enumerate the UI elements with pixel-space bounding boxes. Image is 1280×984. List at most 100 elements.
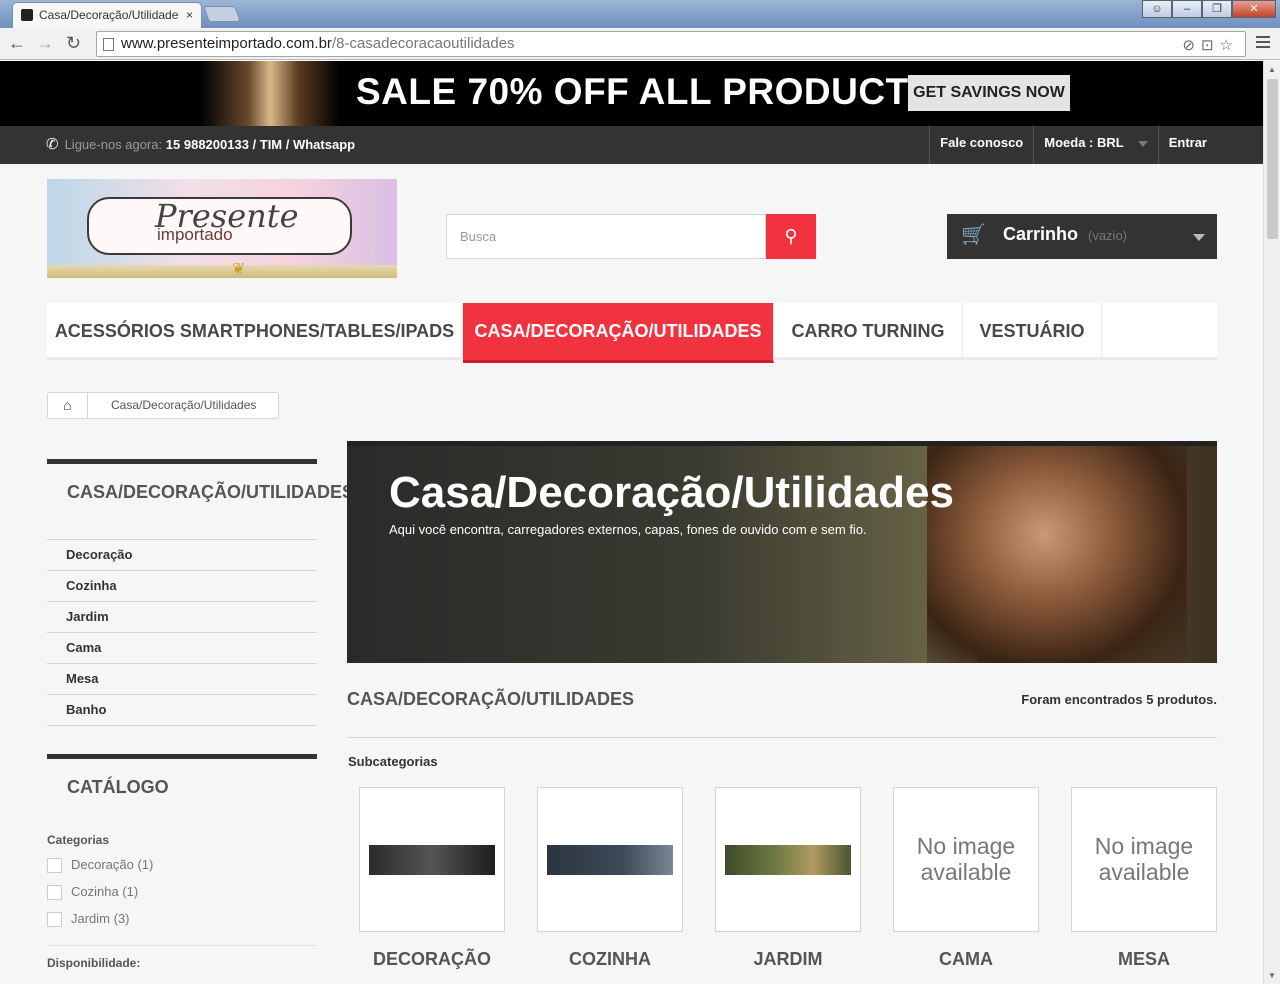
browser-titlebar: Casa/Decoração/Utilidade × ☺ – ❐ ✕ xyxy=(0,0,1280,28)
menu-item-acessorios[interactable]: ACESSÓRIOS SMARTPHONES/TABLES/IPADS xyxy=(47,303,463,360)
breadcrumb: ⌂ Casa/Decoração/Utilidades xyxy=(47,392,279,419)
cart-icon: 🛒 xyxy=(961,224,986,246)
hero-description: Aqui você encontra, carregadores externo… xyxy=(389,522,867,537)
subcategory-card[interactable]: DECORAÇÃO xyxy=(359,787,505,970)
url-host: www.presenteimportado.com.br xyxy=(121,35,332,52)
url-path: /8-casadecoracaoutilidades xyxy=(331,35,515,52)
subcategory-card[interactable]: JARDIM xyxy=(715,787,861,970)
promo-banner[interactable]: SALE 70% OFF ALL PRODUCTS GET SAVINGS NO… xyxy=(0,61,1263,126)
logo-ribbon xyxy=(47,265,397,278)
subcategory-image[interactable]: No image available xyxy=(893,787,1039,932)
new-tab-button[interactable] xyxy=(203,6,241,22)
filter-checkbox[interactable]: Cozinha (1) xyxy=(47,883,317,910)
subcategory-image[interactable] xyxy=(359,787,505,932)
banner-headline: SALE 70% OFF ALL PRODUCTS xyxy=(356,71,934,112)
search-input[interactable]: Busca xyxy=(446,214,766,259)
currency-select[interactable]: Moeda : BRL xyxy=(1033,126,1157,164)
page: SALE 70% OFF ALL PRODUCTS GET SAVINGS NO… xyxy=(0,61,1263,984)
cart-button[interactable]: 🛒 Carrinho (vazio) xyxy=(947,214,1217,259)
category-item[interactable]: Banho xyxy=(47,695,317,726)
category-block: CASA/DECORAÇÃO/UTILIDADES Decoração Cozi… xyxy=(47,459,354,729)
search-icon: ⚲ xyxy=(784,226,798,246)
subcategory-card[interactable]: No image available MESA xyxy=(1071,787,1217,970)
home-icon[interactable]: ⌂ xyxy=(48,393,88,418)
scrollbar[interactable]: ▲ ▼ xyxy=(1263,61,1280,984)
top-nav: ✆ Ligue-nos agora: 15 988200133 / TIM / W… xyxy=(0,126,1263,164)
category-item[interactable]: Decoração xyxy=(47,540,317,571)
page-icon xyxy=(103,38,114,51)
user-icon[interactable]: ☺ xyxy=(1142,0,1172,18)
forward-icon[interactable]: → xyxy=(36,33,54,53)
bow-icon: ❦ xyxy=(232,261,246,278)
phone-icon: ✆ xyxy=(46,136,59,153)
catalog-block: CATÁLOGO xyxy=(47,754,317,814)
no-image-placeholder: No image available xyxy=(916,833,1016,885)
minimize-button[interactable]: – xyxy=(1172,0,1202,18)
chevron-down-icon xyxy=(1193,234,1205,241)
tab-title: Casa/Decoração/Utilidade xyxy=(39,8,179,22)
favicon-icon xyxy=(21,9,33,21)
breadcrumb-current: Casa/Decoração/Utilidades xyxy=(111,398,257,412)
category-title: CASA/DECORAÇÃO/UTILIDADES xyxy=(347,689,635,709)
subcategory-name[interactable]: COZINHA xyxy=(537,949,683,970)
subcategory-image[interactable] xyxy=(537,787,683,932)
product-count: Foram encontrados 5 produtos. xyxy=(1021,692,1217,707)
menu-item-casa[interactable]: CASA/DECORAÇÃO/UTILIDADES xyxy=(463,303,774,363)
menu-item-carro[interactable]: CARRO TURNING xyxy=(774,303,963,360)
get-savings-button[interactable]: GET SAVINGS NOW xyxy=(908,75,1070,111)
phone-number: 15 988200133 / TIM / Whatsapp xyxy=(165,137,356,152)
scrollbar-thumb[interactable] xyxy=(1267,79,1278,239)
phone-info: ✆ Ligue-nos agora: 15 988200133 / TIM / W… xyxy=(46,135,355,153)
filter-categories-label: Categorias xyxy=(47,833,110,847)
category-item[interactable]: Jardim xyxy=(47,602,317,633)
maximize-button[interactable]: ❐ xyxy=(1202,0,1232,18)
subcategory-card[interactable]: COZINHA xyxy=(537,787,683,970)
filter-checkbox[interactable]: Jardim (3) xyxy=(47,910,317,937)
category-item[interactable]: Mesa xyxy=(47,664,317,695)
back-icon[interactable]: ← xyxy=(8,33,26,53)
subcategory-image[interactable]: No image available xyxy=(1071,787,1217,932)
browser-tab[interactable]: Casa/Decoração/Utilidade × xyxy=(12,2,202,28)
main-menu: ACESSÓRIOS SMARTPHONES/TABLES/IPADS CASA… xyxy=(47,303,1217,363)
hero-title: Casa/Decoração/Utilidades xyxy=(389,468,954,517)
scroll-up-icon[interactable]: ▲ xyxy=(1268,65,1276,74)
filter-checkbox[interactable]: Decoração (1) xyxy=(47,856,317,883)
cart-label: Carrinho xyxy=(1003,224,1079,244)
menu-item-vestuario[interactable]: VESTUÁRIO xyxy=(963,303,1102,360)
subcategory-name[interactable]: DECORAÇÃO xyxy=(359,949,505,970)
subcategory-name[interactable]: MESA xyxy=(1071,949,1217,970)
category-block-title: CASA/DECORAÇÃO/UTILIDADES xyxy=(47,459,354,539)
search-button[interactable]: ⚲ xyxy=(766,214,816,259)
category-list: Decoração Cozinha Jardim Cama Mesa Banho xyxy=(47,539,317,726)
tab-close-icon[interactable]: × xyxy=(186,3,193,27)
catalog-title: CATÁLOGO xyxy=(47,754,317,814)
subcategory-thumb xyxy=(725,845,851,875)
address-bar[interactable]: www.presenteimportado.com.br/8-casadecor… xyxy=(96,31,1246,57)
category-item[interactable]: Cozinha xyxy=(47,571,317,602)
divider xyxy=(347,737,1217,738)
omnibox-icons[interactable]: ⊘⊡☆ xyxy=(1182,34,1239,58)
currency-label: Moeda : BRL xyxy=(1044,135,1124,150)
no-image-placeholder: No image available xyxy=(1094,833,1194,885)
site-logo[interactable]: Presente importado ❦ xyxy=(47,179,397,278)
logo-line2: importado xyxy=(157,225,233,244)
subcategory-name[interactable]: CAMA xyxy=(893,949,1039,970)
subcategory-image[interactable] xyxy=(715,787,861,932)
browser-toolbar: ← → ↻ www.presenteimportado.com.br/8-cas… xyxy=(0,28,1280,60)
contact-link[interactable]: Fale conosco xyxy=(929,126,1033,164)
subcategories-label: Subcategorias xyxy=(348,754,438,769)
login-link[interactable]: Entrar xyxy=(1157,126,1217,164)
subcategory-card[interactable]: No image available CAMA xyxy=(893,787,1039,970)
browser-menu-icon[interactable] xyxy=(1256,36,1270,48)
hero-photo xyxy=(927,446,1187,663)
divider xyxy=(47,945,317,946)
phone-label: Ligue-nos agora: xyxy=(64,137,163,152)
category-item[interactable]: Cama xyxy=(47,633,317,664)
chevron-down-icon xyxy=(1137,140,1148,147)
reload-icon[interactable]: ↻ xyxy=(66,33,81,53)
cart-status: (vazio) xyxy=(1088,228,1128,243)
close-window-button[interactable]: ✕ xyxy=(1232,0,1276,18)
scroll-down-icon[interactable]: ▼ xyxy=(1268,971,1276,980)
subcategory-thumb xyxy=(369,845,495,875)
subcategory-name[interactable]: JARDIM xyxy=(715,949,861,970)
